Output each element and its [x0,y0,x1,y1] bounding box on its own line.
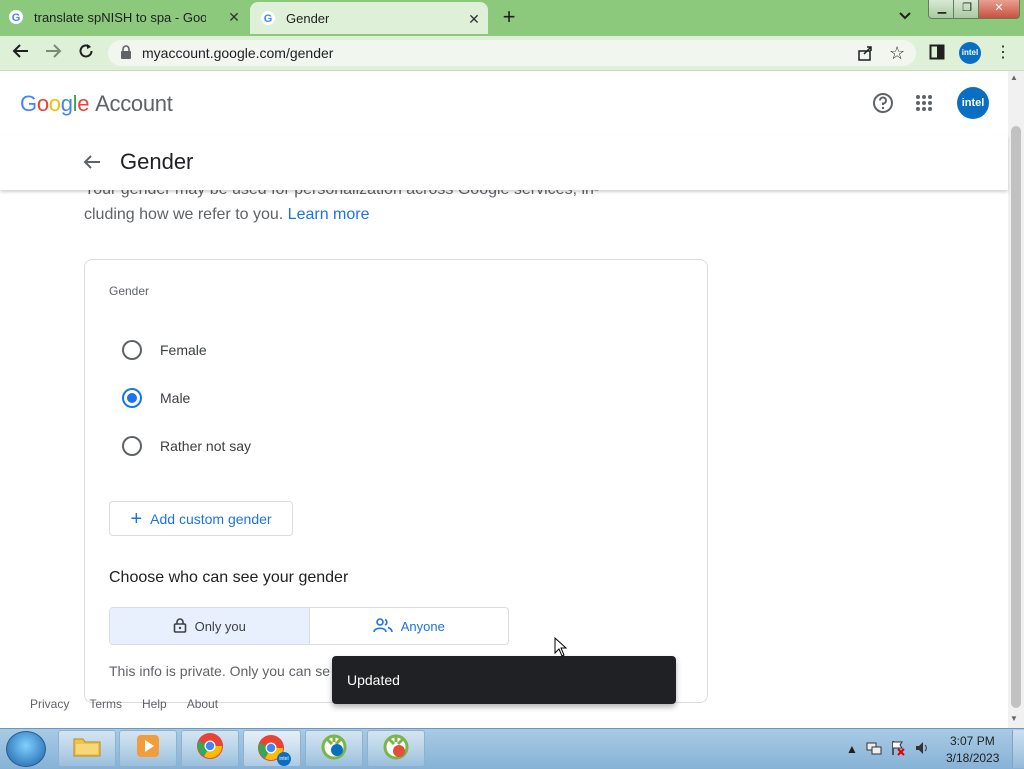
chrome-icon [196,732,224,765]
footer-link-terms[interactable]: Terms [89,697,122,711]
window-minimize-button[interactable]: ▁ [928,0,956,19]
privacy-info-text: This info is private. Only you can se [109,663,330,679]
help-icon[interactable] [872,92,894,114]
mouse-cursor-icon [554,636,568,662]
chrome-profile-taskbar-button[interactable]: intel [243,730,301,767]
snackbar: Updated [332,656,676,704]
svg-text:G: G [12,12,21,24]
show-desktop-button[interactable] [1012,730,1024,768]
window-close-button[interactable]: ✕ [978,0,1020,19]
add-custom-gender-button[interactable]: + Add custom gender [109,501,293,536]
logo-letter: e [77,91,90,116]
scroll-up-arrow-icon[interactable]: ▲ [1010,73,1018,82]
clock-date[interactable]: 3/18/2023 [946,751,999,765]
tab-gender[interactable]: G Gender ✕ [250,2,488,34]
footer-link-help[interactable]: Help [142,697,167,711]
description-line: cluding how we refer to you. [84,206,284,223]
url-text[interactable]: myaccount.google.com/gender [142,45,333,61]
action-center-flag-icon[interactable] [890,740,906,759]
reload-icon[interactable] [75,42,97,64]
radio-male[interactable] [122,388,142,408]
media-player-icon [135,733,161,764]
radio-rather-not-say[interactable] [122,436,142,456]
tab-close-icon[interactable]: ✕ [466,11,482,27]
google-favicon-icon: G [260,10,276,26]
tab-title: Gender [286,10,330,26]
profile-badge: intel [277,751,291,766]
google-favicon-icon: G [8,9,24,25]
scrollbar-thumb[interactable] [1011,126,1021,708]
google-account-logo[interactable]: Google Account [20,91,173,117]
snackbar-message: Updated [347,672,400,688]
app-taskbar-button[interactable] [305,730,363,767]
new-tab-button[interactable]: + [498,6,520,28]
forward-arrow-icon[interactable] [42,42,64,64]
folder-icon [72,734,102,763]
tab-close-icon[interactable]: ✕ [226,9,242,25]
share-icon[interactable] [857,44,875,67]
start-button[interactable] [6,731,46,767]
tab-translate[interactable]: G translate spNISH to spa - Google ✕ [8,0,248,34]
svg-text:G: G [264,13,273,25]
logo-letter: o [36,91,49,116]
tab-title: translate spNISH to spa - Google [34,9,206,25]
lock-icon [173,617,195,636]
side-panel-icon[interactable] [929,44,945,65]
plus-icon: + [130,507,143,530]
logo-letter: G [20,91,37,116]
back-arrow-icon[interactable] [10,42,32,64]
account-label: Account [95,91,173,116]
bookmark-star-icon[interactable]: ☆ [889,43,905,64]
lock-icon[interactable] [120,45,132,59]
only-you-label: Only you [194,618,246,634]
learn-more-link[interactable]: Learn more [288,206,370,223]
back-arrow-icon[interactable] [82,152,102,172]
chrome-icon: intel [257,734,291,766]
visibility-toggle: Only you Anyone [109,607,509,645]
logo-letter: g [60,91,73,116]
logo-letter: o [48,91,61,116]
people-icon [372,617,401,636]
radio-female[interactable] [122,340,142,360]
anyone-label: Anyone [400,618,445,634]
footer-link-privacy[interactable]: Privacy [30,697,69,711]
profile-avatar[interactable]: intel [959,42,981,64]
volume-icon[interactable] [914,740,930,759]
footer-link-about[interactable]: About [187,697,218,711]
media-player-taskbar-button[interactable] [119,730,177,767]
description-text-continued: cluding how we refer to you. Learn more [84,206,370,224]
tab-search-chevron-icon[interactable] [896,8,914,26]
app-icon [382,732,410,765]
clock-time[interactable]: 3:07 PM [950,734,995,748]
apps-grid-icon[interactable] [915,94,933,112]
page-title: Gender [120,149,194,174]
account-avatar[interactable]: intel [957,87,989,119]
chrome-taskbar-button[interactable] [181,730,239,767]
radio-label-male[interactable]: Male [160,390,190,406]
anyone-button[interactable]: Anyone [310,608,509,644]
app-icon [320,732,348,765]
radio-label-female[interactable]: Female [160,342,207,358]
only-you-button[interactable]: Only you [110,608,310,644]
radio-label-rather-not-say[interactable]: Rather not say [160,438,251,454]
network-icon[interactable] [866,740,882,759]
browser-menu-icon[interactable]: ⋮ [995,42,1011,62]
scroll-down-arrow-icon[interactable]: ▼ [1010,714,1018,723]
card-label: Gender [109,284,150,298]
app-taskbar-button-2[interactable] [367,730,425,767]
visibility-heading: Choose who can see your gender [109,569,349,586]
add-custom-gender-label: Add custom gender [150,510,272,527]
footer-links: Privacy Terms Help About [30,697,218,711]
file-explorer-taskbar-button[interactable] [58,730,116,767]
window-restore-button[interactable]: ❐ [953,0,981,19]
show-hidden-icons-icon[interactable]: ▲ [846,742,858,756]
